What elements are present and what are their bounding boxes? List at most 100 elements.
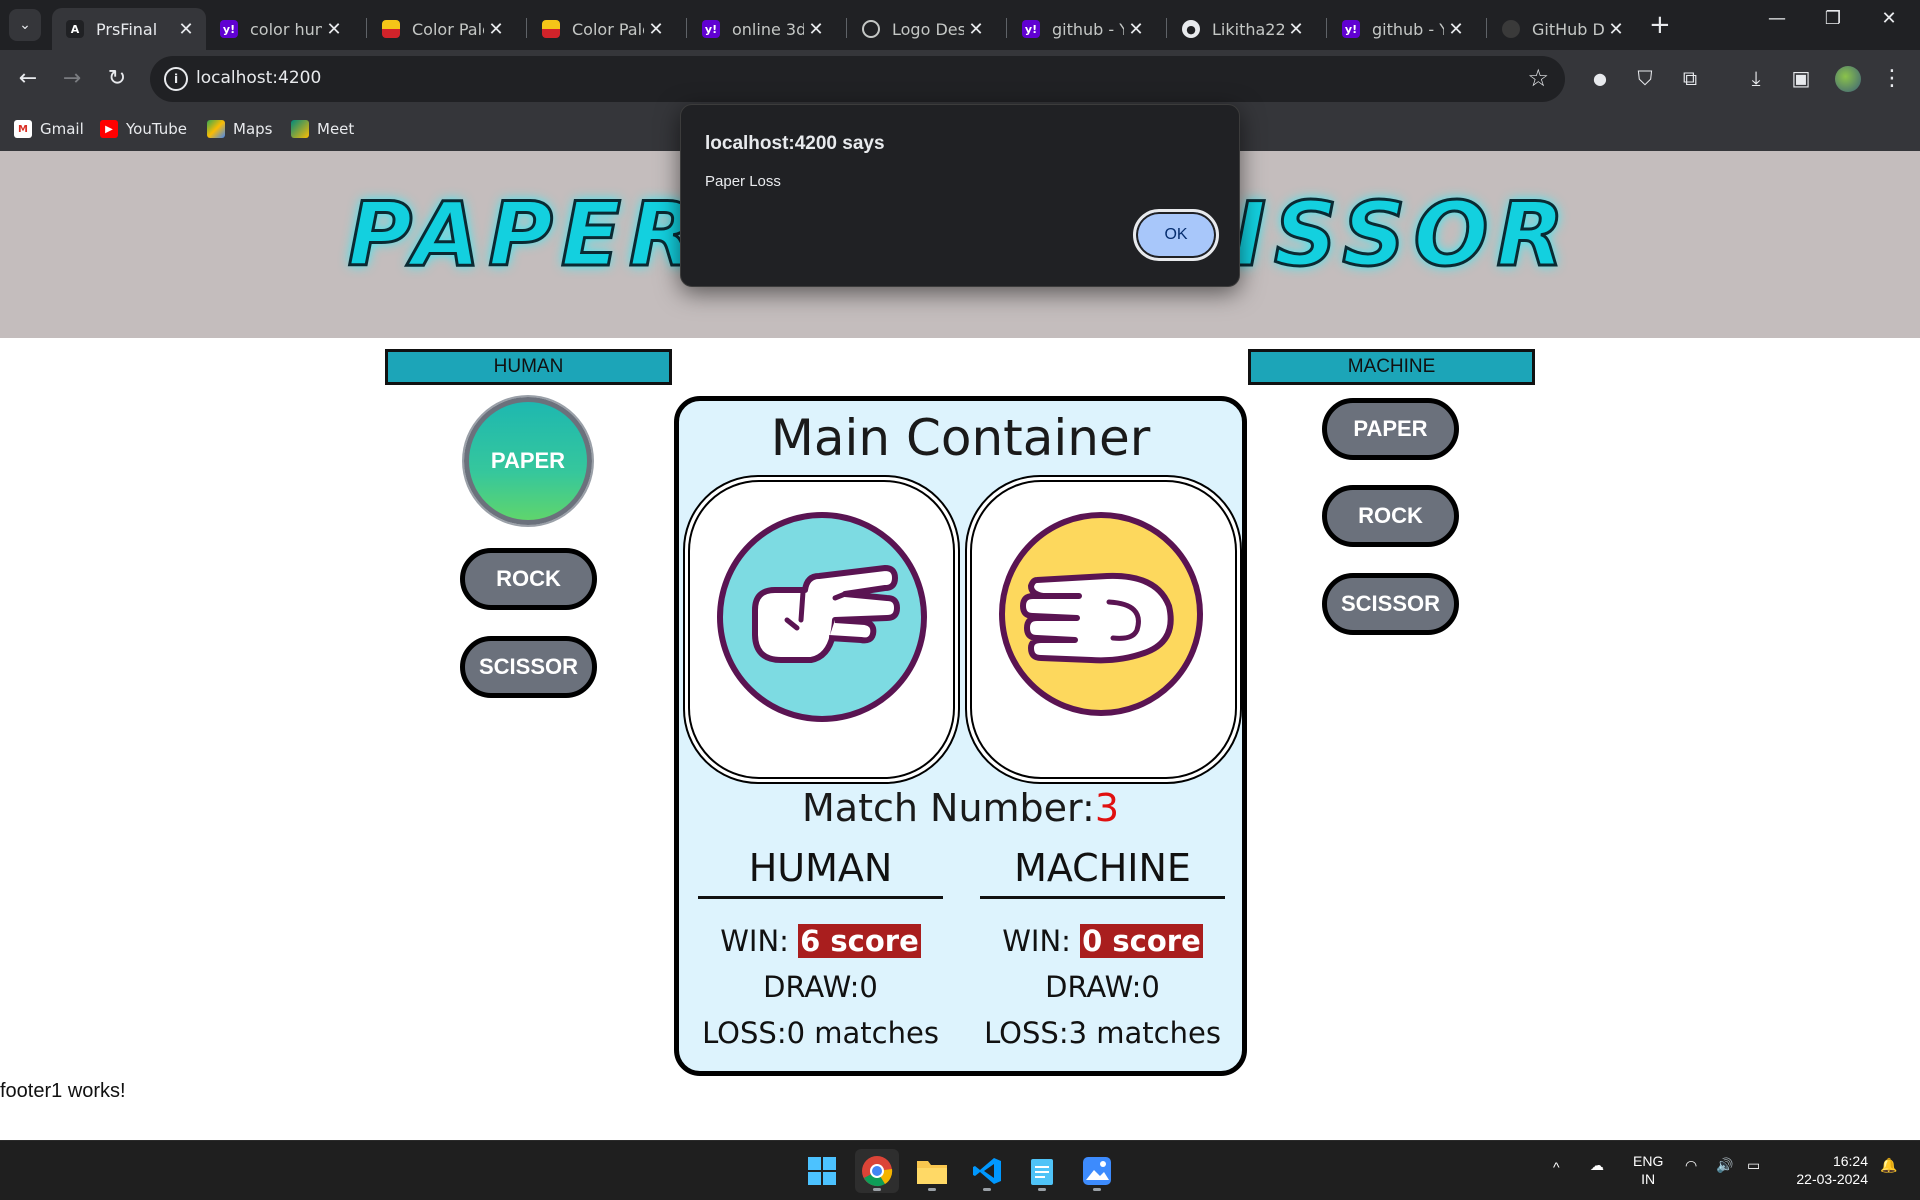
puzzle-icon[interactable]: ⧉ xyxy=(1674,62,1706,94)
main-container-title: Main Container xyxy=(770,409,1151,467)
alert-dialog: localhost:4200 says Paper Loss OK xyxy=(680,104,1240,287)
taskbar-notepad[interactable] xyxy=(1020,1149,1064,1193)
machine-header: MACHINE xyxy=(1248,349,1535,385)
human-header: HUMAN xyxy=(385,349,672,385)
browser-tab[interactable]: GitHub Da ✕ xyxy=(1488,8,1636,50)
human-paper-button[interactable]: PAPER xyxy=(464,397,592,525)
machine-win-badge: 0 score xyxy=(1080,924,1203,958)
browser-tab[interactable]: Color Palett ✕ xyxy=(528,8,676,50)
bookmark-maps[interactable]: Maps xyxy=(207,117,272,141)
tab-divider xyxy=(366,18,367,38)
tab-search-button[interactable]: ⌄ xyxy=(9,9,41,41)
close-icon[interactable]: ✕ xyxy=(964,19,988,40)
tab-divider xyxy=(686,18,687,38)
tab-label: github - Ya xyxy=(1052,19,1124,39)
match-number-text: Match Number:3 xyxy=(679,786,1242,830)
taskbar-vscode[interactable] xyxy=(965,1149,1009,1193)
gmail-icon: M xyxy=(14,120,32,138)
close-window-button[interactable]: ✕ xyxy=(1861,8,1917,29)
reload-button[interactable]: ↻ xyxy=(101,62,133,94)
palette-icon xyxy=(542,20,560,38)
youtube-icon: ▶ xyxy=(100,120,118,138)
win-label: WIN: xyxy=(1002,924,1081,958)
notification-bell-icon[interactable]: 🔔 xyxy=(1880,1157,1897,1174)
dialog-title: localhost:4200 says xyxy=(705,133,885,154)
site-info-icon[interactable]: i xyxy=(164,67,188,91)
close-icon[interactable]: ✕ xyxy=(644,19,668,40)
tab-label: Color Palett xyxy=(412,19,484,39)
taskbar-chrome[interactable] xyxy=(855,1149,899,1193)
browser-tab[interactable]: Color Palett ✕ xyxy=(368,8,516,50)
yahoo-icon: y! xyxy=(702,20,720,38)
close-icon[interactable]: ✕ xyxy=(322,19,346,40)
battery-icon[interactable]: ▭ xyxy=(1747,1157,1760,1174)
back-button[interactable]: ← xyxy=(12,62,44,94)
browser-tab[interactable]: y! online 3d f ✕ xyxy=(688,8,836,50)
taskbar-photos[interactable] xyxy=(1075,1149,1119,1193)
address-bar[interactable]: i localhost:4200 ☆ xyxy=(150,56,1565,102)
meet-icon xyxy=(291,120,309,138)
browser-tab[interactable]: y! github - Ya ✕ xyxy=(1328,8,1476,50)
bookmark-youtube[interactable]: ▶ YouTube xyxy=(100,117,187,141)
running-indicator xyxy=(1093,1188,1101,1191)
close-icon[interactable]: ✕ xyxy=(1444,19,1468,40)
side-panel-icon[interactable]: ▣ xyxy=(1785,62,1817,94)
forward-button[interactable]: → xyxy=(56,62,88,94)
new-tab-button[interactable]: + xyxy=(1649,10,1671,40)
tab-label: Logo Desig xyxy=(892,19,964,39)
shield-icon[interactable]: ⛉ xyxy=(1629,62,1661,94)
close-icon[interactable]: ✕ xyxy=(1124,19,1148,40)
angular-icon: A xyxy=(66,20,84,38)
tab-divider xyxy=(846,18,847,38)
restore-button[interactable]: ❐ xyxy=(1805,8,1861,29)
machine-rock-button[interactable]: ROCK xyxy=(1322,485,1459,547)
menu-kebab-icon[interactable]: ⋮ xyxy=(1876,62,1908,94)
language-indicator[interactable]: ENG IN xyxy=(1633,1152,1663,1188)
close-icon[interactable]: ✕ xyxy=(174,19,198,40)
yahoo-icon: y! xyxy=(220,20,238,38)
photos-icon xyxy=(1083,1157,1111,1185)
browser-tab[interactable]: A PrsFinal ✕ xyxy=(52,8,206,50)
browser-tab[interactable]: ● Likitha220 ✕ xyxy=(1168,8,1316,50)
taskbar-file-explorer[interactable] xyxy=(910,1149,954,1193)
volume-icon[interactable]: 🔊 xyxy=(1716,1157,1733,1174)
human-rock-button[interactable]: ROCK xyxy=(460,548,597,610)
human-win-line: WIN: 6 score xyxy=(698,918,943,964)
bookmark-gmail[interactable]: M Gmail xyxy=(14,117,84,141)
tab-label: online 3d f xyxy=(732,19,804,39)
arrow-left-icon: ← xyxy=(18,65,38,91)
machine-scissor-button[interactable]: SCISSOR xyxy=(1322,573,1459,635)
tab-label: Color Palett xyxy=(572,19,644,39)
close-icon[interactable]: ✕ xyxy=(1604,19,1628,40)
onedrive-icon[interactable]: ☁ xyxy=(1590,1157,1604,1174)
browser-tab[interactable]: y! color hunt ✕ xyxy=(206,8,354,50)
machine-draw-line: DRAW:0 xyxy=(1045,970,1160,1004)
close-icon[interactable]: ✕ xyxy=(1284,19,1308,40)
extension-icon[interactable]: ● xyxy=(1584,62,1616,94)
tab-label: PrsFinal xyxy=(96,19,158,39)
browser-toolbar: ← → ↻ i localhost:4200 ☆ ● ⛉ ⧉ ⤓ ▣ ⋮ xyxy=(0,50,1920,107)
profile-avatar[interactable] xyxy=(1835,66,1861,92)
browser-tab[interactable]: Logo Desig ✕ xyxy=(848,8,996,50)
machine-paper-button[interactable]: PAPER xyxy=(1322,398,1459,460)
human-scissor-button[interactable]: SCISSOR xyxy=(460,636,597,698)
close-icon[interactable]: ✕ xyxy=(484,19,508,40)
wifi-icon[interactable]: ◠ xyxy=(1685,1157,1697,1174)
download-icon[interactable]: ⤓ xyxy=(1740,62,1772,94)
human-win-badge: 6 score xyxy=(798,924,921,958)
clock-time: 16:24 xyxy=(1832,1153,1868,1169)
clock[interactable]: 16:24 22-03-2024 xyxy=(1780,1152,1868,1188)
bookmark-meet[interactable]: Meet xyxy=(291,117,354,141)
dialog-ok-button[interactable]: OK xyxy=(1133,209,1219,261)
close-icon[interactable]: ✕ xyxy=(804,19,828,40)
human-hand-card xyxy=(683,475,960,784)
machine-score-title: MACHINE xyxy=(980,837,1225,899)
minimize-button[interactable]: — xyxy=(1749,8,1805,29)
bookmark-star-icon[interactable]: ☆ xyxy=(1527,64,1549,92)
browser-tab[interactable]: y! github - Ya ✕ xyxy=(1008,8,1156,50)
show-hidden-icons-button[interactable]: ^ xyxy=(1553,1159,1560,1175)
start-button[interactable] xyxy=(800,1149,844,1193)
human-loss-line: LOSS:0 matches xyxy=(702,1016,939,1050)
machine-win-line: WIN: 0 score xyxy=(980,918,1225,964)
machine-loss-line: LOSS:3 matches xyxy=(984,1016,1221,1050)
